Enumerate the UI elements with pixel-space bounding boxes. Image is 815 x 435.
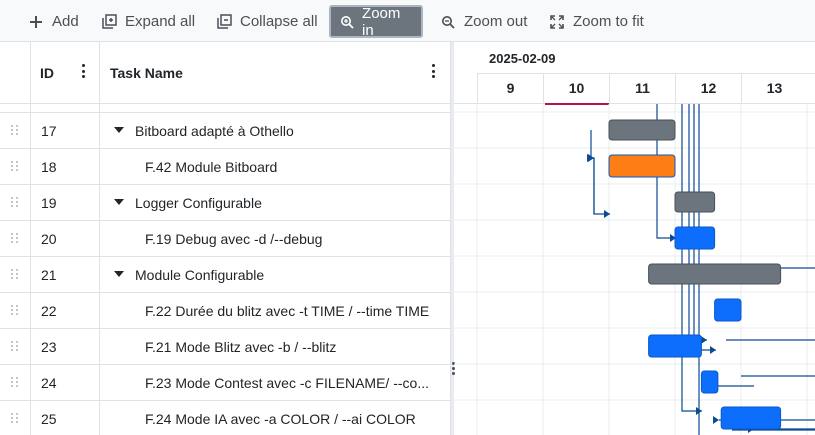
task-name: Logger Configurable	[135, 195, 262, 211]
task-name: F.21 Mode Blitz avec -b / --blitz	[145, 339, 337, 355]
zoom-out-button[interactable]: Zoom out	[440, 5, 527, 38]
drag-handle-icon[interactable]	[11, 233, 19, 245]
task-name: Bitboard adapté à Othello	[135, 123, 294, 139]
add-button[interactable]: Add	[28, 5, 79, 38]
table-row[interactable]: 22 F.22 Durée du blitz avec -t TIME / --t…	[0, 292, 450, 328]
timeline-day: 11	[609, 73, 675, 104]
dependency-link	[593, 158, 610, 215]
timeline-day: 13	[741, 73, 807, 104]
task-bar[interactable]	[674, 226, 716, 250]
collapse-icon	[216, 14, 232, 30]
drag-handle-icon[interactable]	[11, 377, 19, 389]
id-column-menu-icon[interactable]	[81, 64, 85, 78]
column-divider	[30, 42, 31, 435]
zoom-to-fit-button[interactable]: Zoom to fit	[549, 5, 644, 38]
expand-all-button[interactable]: Expand all	[101, 5, 195, 38]
timeline-day: 9	[477, 73, 543, 104]
link-arrow	[701, 336, 707, 344]
zoom-in-label: Zoom in	[362, 4, 401, 39]
zoom-in-icon	[339, 14, 354, 30]
summary-bar[interactable]	[674, 191, 716, 213]
task-name: Module Configurable	[135, 267, 265, 283]
collapse-toggle-icon[interactable]	[114, 271, 124, 277]
summary-bar[interactable]	[648, 263, 782, 285]
gantt-chart: 2025-02-09 9 10 11 12 13	[454, 42, 815, 435]
zoom-out-icon	[440, 14, 456, 30]
plus-icon	[28, 14, 44, 30]
dependency-link	[590, 130, 594, 159]
dependency-link	[688, 104, 707, 341]
table-row[interactable]: 19 Logger Configurable	[0, 184, 450, 220]
task-id: 25	[41, 411, 57, 427]
task-name: F.42 Module Bitboard	[145, 159, 278, 175]
task-bar[interactable]	[648, 334, 702, 358]
toolbar: Add Expand all Collapse all Zoom in Zoom…	[0, 0, 815, 42]
task-name-column-menu-icon[interactable]	[431, 64, 435, 78]
collapse-all-label: Collapse all	[240, 13, 318, 30]
drag-handle-icon[interactable]	[11, 305, 19, 317]
column-header-task-name[interactable]: Task Name	[110, 42, 183, 104]
drag-handle-icon[interactable]	[11, 269, 19, 281]
drag-handle-icon[interactable]	[11, 125, 19, 137]
task-bar[interactable]	[700, 370, 719, 394]
expand-icon	[101, 14, 117, 30]
add-label: Add	[52, 13, 79, 30]
drag-handle-icon[interactable]	[11, 341, 19, 353]
gantt-area	[454, 104, 815, 435]
task-bar[interactable]	[714, 298, 742, 322]
task-name: F.22 Durée du blitz avec -t TIME / --tim…	[145, 303, 430, 319]
task-id: 17	[41, 123, 57, 139]
table-row[interactable]: 24 F.23 Mode Contest avec -c FILENAME/ --…	[0, 364, 450, 400]
task-id: 19	[41, 195, 57, 211]
collapse-toggle-icon[interactable]	[114, 127, 124, 133]
collapse-toggle-icon[interactable]	[114, 199, 124, 205]
task-id: 23	[41, 339, 57, 355]
drag-handle-icon[interactable]	[11, 161, 19, 173]
column-header-id[interactable]: ID	[40, 42, 54, 104]
table-row[interactable]: 21 Module Configurable	[0, 256, 450, 292]
table-row[interactable]: 23 F.21 Mode Blitz avec -b / --blitz	[0, 328, 450, 364]
drag-handle-icon[interactable]	[11, 413, 19, 425]
timeline-day: 10	[543, 73, 609, 104]
table-row[interactable]: 18 F.42 Module Bitboard	[0, 148, 450, 184]
grid-header: ID Task Name	[0, 42, 450, 104]
zoom-to-fit-label: Zoom to fit	[573, 13, 644, 30]
task-id: 18	[41, 159, 57, 175]
column-divider	[99, 42, 100, 435]
table-row[interactable]: 20 F.19 Debug avec -d /--debug	[0, 220, 450, 256]
drag-handle-icon[interactable]	[11, 197, 19, 209]
timeline-header: 2025-02-09 9 10 11 12 13	[454, 42, 815, 105]
zoom-in-button[interactable]: Zoom in	[329, 4, 423, 39]
task-id: 21	[41, 267, 57, 283]
task-id: 20	[41, 231, 57, 247]
task-name: F.23 Mode Contest avec -c FILENAME/ --co…	[145, 375, 429, 391]
task-id: 24	[41, 375, 57, 391]
task-name: F.24 Mode IA avec -a COLOR / --ai COLOR	[145, 411, 416, 427]
link-arrow	[587, 154, 593, 162]
table-row[interactable]: 17 Bitboard adapté à Othello	[0, 112, 450, 148]
link-arrow	[713, 416, 719, 424]
collapse-all-button[interactable]: Collapse all	[216, 5, 318, 38]
task-id: 22	[41, 303, 57, 319]
task-name: F.19 Debug avec -d /--debug	[145, 231, 323, 247]
summary-bar[interactable]	[608, 119, 676, 141]
timeline-day: 12	[675, 73, 741, 104]
fit-icon	[549, 14, 565, 30]
table-row[interactable]: 25 F.24 Mode IA avec -a COLOR / --ai COLO…	[0, 400, 450, 435]
expand-all-label: Expand all	[125, 13, 196, 30]
task-bar-selected[interactable]	[608, 154, 676, 178]
task-bar[interactable]	[720, 406, 782, 430]
zoom-out-label: Zoom out	[464, 13, 528, 30]
task-grid: ID Task Name 17 Bitboard adapté à Othello…	[0, 42, 450, 435]
link-arrow	[710, 346, 716, 354]
timeline-date: 2025-02-09	[489, 51, 556, 66]
